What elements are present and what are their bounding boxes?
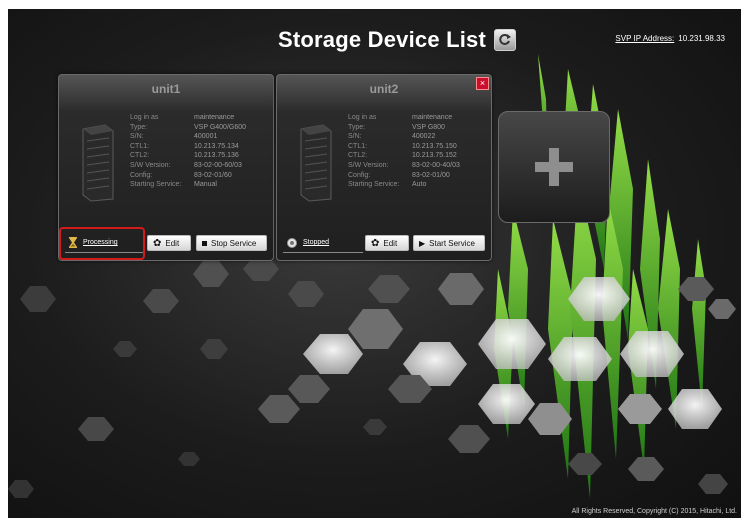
refresh-button[interactable] xyxy=(494,29,516,51)
type-label: Type: xyxy=(130,123,148,131)
ctl2-label: CTL2: xyxy=(348,152,368,160)
page-header: Storage Device List xyxy=(278,27,516,53)
status-text[interactable]: Stopped xyxy=(303,239,329,246)
sn-value: 400001 xyxy=(194,133,218,141)
server-icon xyxy=(82,124,114,202)
add-device-button[interactable] xyxy=(498,111,610,223)
copyright-text: All Rights Reserved, Copyright (C) 2015,… xyxy=(571,508,737,515)
device-name: unit1 xyxy=(151,82,181,96)
edit-label: Edit xyxy=(383,238,398,248)
ctl2-value: 10.213.75.152 xyxy=(412,152,457,160)
plus-icon xyxy=(535,148,573,186)
starting-value: Auto xyxy=(412,181,427,189)
stop-service-label: Stop Service xyxy=(211,238,257,248)
edit-button[interactable]: ✿ Edit xyxy=(365,235,409,251)
start-service-button[interactable]: ▶ Start Service xyxy=(413,235,485,251)
device-info: Log in as maintenance Type: VSP G400/G600 … xyxy=(130,113,246,190)
svp-ip-label: SVP IP Address: xyxy=(615,34,675,43)
login-value: maintenance xyxy=(194,114,235,121)
edit-button[interactable]: ✿ Edit xyxy=(147,235,191,251)
ctl1-label: CTL1: xyxy=(130,142,150,150)
ctl1-value: 10.213.75.134 xyxy=(194,142,239,150)
sw-label: S/W Version: xyxy=(130,161,171,169)
starting-value: Manual xyxy=(194,181,217,189)
sn-value: 400022 xyxy=(412,133,436,141)
page-title: Storage Device List xyxy=(278,27,486,52)
login-value: maintenance xyxy=(412,114,453,121)
svp-ip-address: SVP IP Address: 10.231.98.33 xyxy=(615,34,725,43)
play-icon: ▶ xyxy=(419,238,426,248)
sw-value: 83-02-00-40/03 xyxy=(412,161,460,169)
refresh-icon xyxy=(499,34,511,45)
type-value: VSP G800 xyxy=(412,123,445,131)
login-label: Log in as xyxy=(130,114,159,121)
login-label: Log in as xyxy=(348,114,377,121)
sw-value: 83-02-00-60/03 xyxy=(194,161,242,169)
status-stopped[interactable]: Stopped xyxy=(283,233,363,253)
config-label: Config: xyxy=(130,171,153,179)
svp-ip-value: 10.231.98.33 xyxy=(678,34,725,43)
config-value: 83-02-01/00 xyxy=(412,171,450,179)
gear-icon: ✿ xyxy=(153,237,162,249)
stop-service-button[interactable]: Stop Service xyxy=(196,235,267,251)
config-label: Config: xyxy=(348,171,371,179)
sn-label: S/N: xyxy=(130,133,144,141)
device-info: Log in as maintenance Type: VSP G800 S/N: 4… xyxy=(348,113,460,190)
server-icon xyxy=(300,124,332,202)
type-value: VSP G400/G600 xyxy=(194,123,247,131)
device-card-unit2: unit2 × Log in as maintenance Type: VSP G8… xyxy=(276,74,492,261)
starting-label: Starting Service: xyxy=(348,181,400,189)
sw-label: S/W Version: xyxy=(348,161,389,169)
ctl2-label: CTL2: xyxy=(130,152,150,160)
start-service-label: Start Service xyxy=(429,238,475,248)
close-icon[interactable]: × xyxy=(476,77,489,90)
stop-icon xyxy=(202,240,207,246)
config-value: 83-02-01/60 xyxy=(194,171,232,179)
starting-label: Starting Service: xyxy=(130,181,182,189)
processing-highlight xyxy=(59,227,145,260)
edit-label: Edit xyxy=(165,238,180,248)
device-name: unit2 xyxy=(369,82,399,96)
sn-label: S/N: xyxy=(348,133,362,141)
ctl1-label: CTL1: xyxy=(348,142,368,150)
storage-device-list-screen: Storage Device List SVP IP Address: 10.23… xyxy=(8,9,741,518)
ctl1-value: 10.213.75.150 xyxy=(412,142,457,150)
stopped-icon xyxy=(287,237,297,248)
ctl2-value: 10.213.75.136 xyxy=(194,152,239,160)
gear-icon: ✿ xyxy=(371,237,380,249)
type-label: Type: xyxy=(348,123,366,131)
